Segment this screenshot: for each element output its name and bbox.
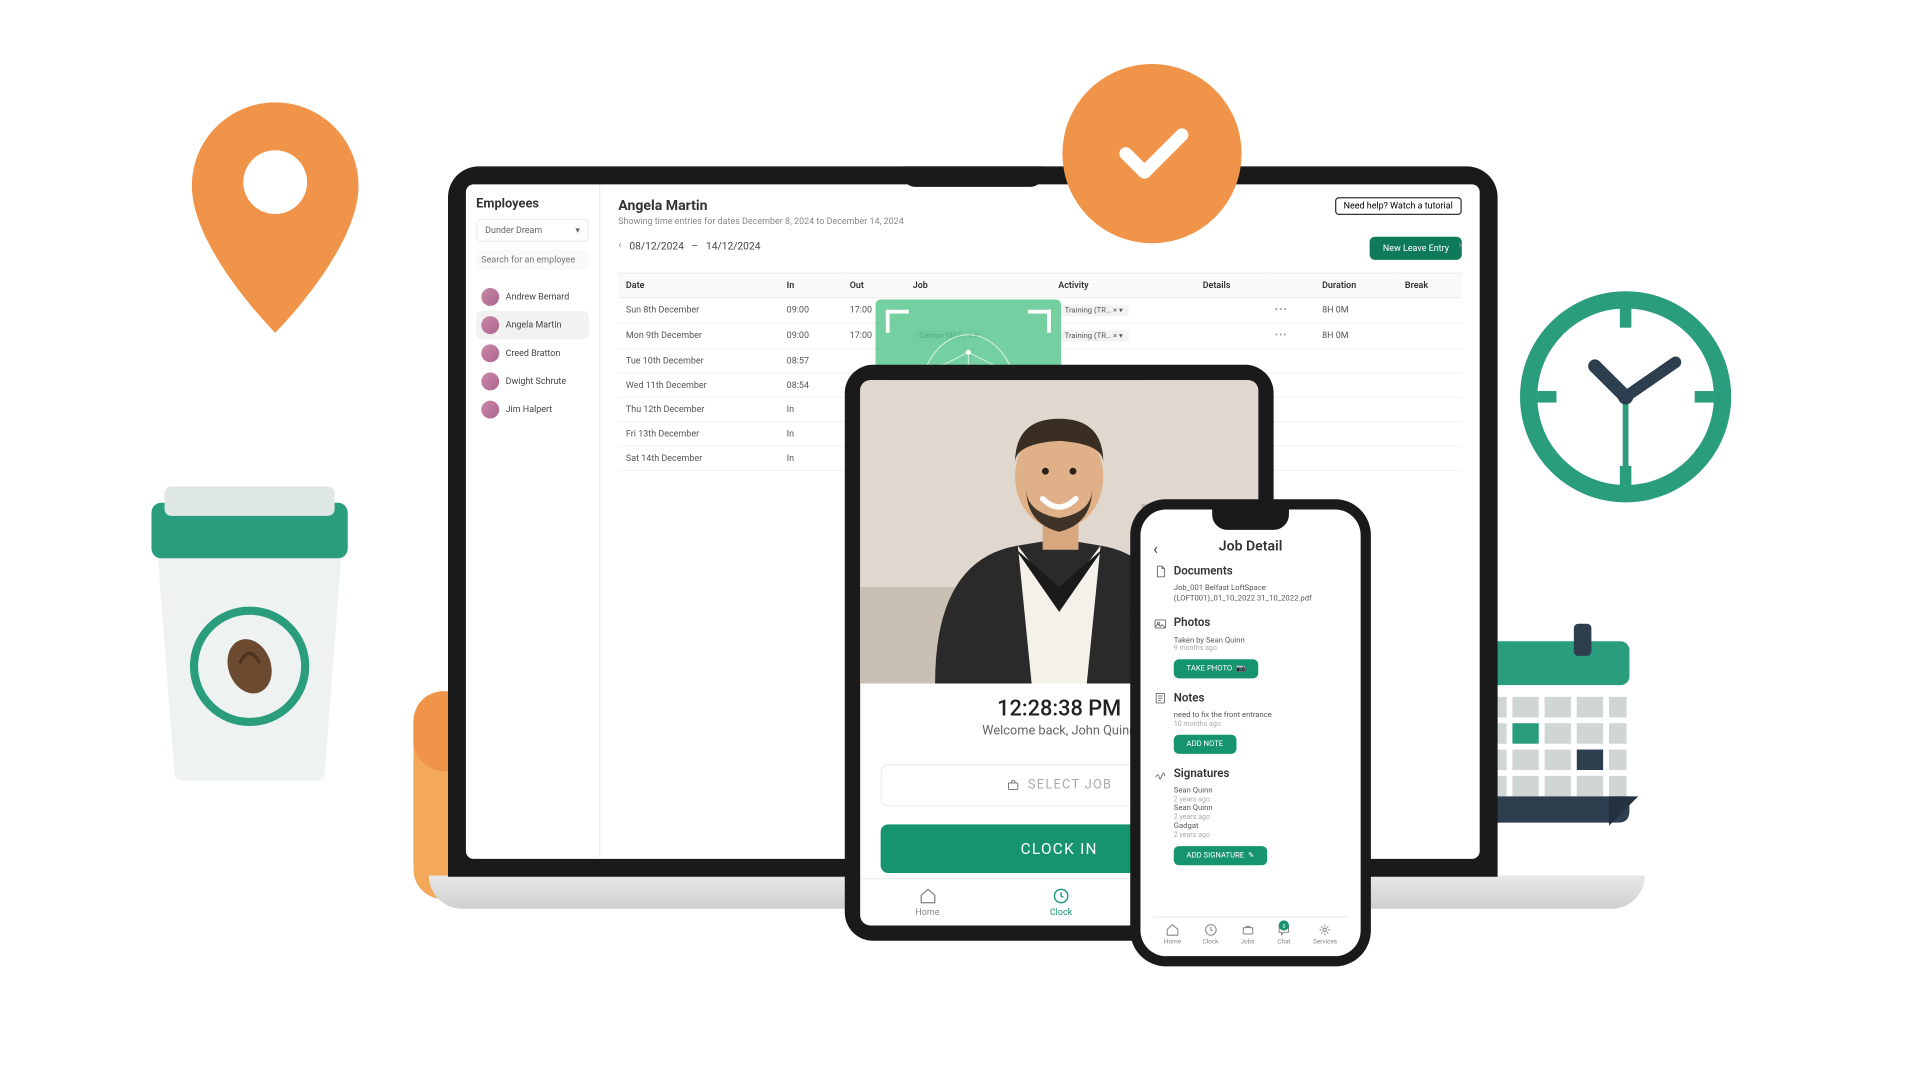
home-icon — [917, 887, 937, 905]
nav-clock[interactable]: Clock — [1050, 887, 1072, 918]
clock-icon — [1051, 887, 1071, 905]
nav-chat[interactable]: 0Chat — [1276, 923, 1291, 946]
date-from: 08/12/2024 — [629, 240, 684, 252]
avatar — [481, 316, 499, 334]
date-to: 14/12/2024 — [706, 240, 761, 252]
team-select[interactable]: Dunder Dream ▾ — [476, 219, 589, 242]
add-note-button[interactable]: ADD NOTE — [1174, 735, 1236, 754]
column-header — [1267, 273, 1314, 297]
employee-item[interactable]: Dwight Schrute — [476, 367, 589, 395]
column-header: Job — [905, 273, 1051, 297]
search-employee-input[interactable] — [476, 250, 589, 270]
add-signature-button[interactable]: ADD SIGNATURE ✎ — [1174, 846, 1268, 865]
employee-item[interactable]: Andrew Bernard — [476, 283, 589, 311]
next-range-button[interactable]: › — [1458, 239, 1461, 252]
employee-name: Dwight Schrute — [506, 376, 567, 386]
nav-icon — [1165, 923, 1180, 937]
take-photo-button[interactable]: TAKE PHOTO 📷 — [1174, 660, 1259, 679]
nav-icon — [1203, 923, 1218, 937]
sidebar-title: Employees — [476, 197, 589, 211]
date-range-subtitle: Showing time entries for dates December … — [618, 216, 904, 226]
signature-item: Sean Quinn — [1174, 804, 1348, 814]
document-item[interactable]: Job_001 Belfast LoftSpace (LOFT001)_01_1… — [1174, 584, 1348, 604]
photo-icon — [1153, 616, 1167, 630]
help-tutorial-button[interactable]: Need help? Watch a tutorial — [1335, 197, 1462, 215]
notes-section: Notes need to fix the front entrance 10 … — [1153, 692, 1348, 754]
employee-name: Angela Martin — [506, 320, 562, 330]
signature-item: Gadgat — [1174, 821, 1348, 831]
nav-services[interactable]: Services — [1313, 923, 1337, 946]
signature-icon — [1153, 767, 1167, 781]
coffee-cup-icon — [134, 486, 364, 780]
prev-range-button[interactable]: ‹ — [618, 239, 621, 252]
signature-item: Sean Quinn — [1174, 786, 1348, 796]
column-header: Activity — [1051, 273, 1195, 297]
location-pin-icon — [186, 102, 365, 332]
photos-section: Photos Taken by Sean Quinn 9 months ago … — [1153, 616, 1348, 678]
chevron-down-icon: ▾ — [575, 225, 580, 235]
notes-icon — [1153, 692, 1167, 706]
row-menu-button[interactable]: ••• — [1275, 305, 1288, 315]
column-header: Break — [1397, 273, 1462, 297]
photo-item: Taken by Sean Quinn — [1174, 636, 1348, 646]
employee-name: Creed Bratton — [506, 348, 561, 358]
nav-clock[interactable]: Clock — [1202, 923, 1218, 946]
tag-pill[interactable]: Training (TR… × ▾ — [1058, 330, 1129, 342]
employee-item[interactable]: Jim Halpert — [476, 396, 589, 424]
note-item: need to fix the front entrance — [1174, 711, 1348, 721]
nav-icon — [1317, 923, 1332, 937]
employee-name-title: Angela Martin — [618, 197, 904, 214]
tag-pill[interactable]: Training (TR… × ▾ — [1058, 305, 1129, 317]
documents-section: Documents Job_001 Belfast LoftSpace (LOF… — [1153, 564, 1348, 603]
signatures-section: Signatures Sean Quinn2 years agoSean Qui… — [1153, 767, 1348, 865]
employees-sidebar: Employees Dunder Dream ▾ Andrew Bernard A… — [466, 184, 600, 859]
column-header: Details — [1195, 273, 1267, 297]
column-header: Duration — [1314, 273, 1397, 297]
nav-icon — [1240, 923, 1255, 937]
avatar — [481, 288, 499, 306]
new-leave-entry-button[interactable]: New Leave Entry — [1370, 237, 1462, 260]
nav-jobs[interactable]: Jobs — [1240, 923, 1255, 946]
row-menu-button[interactable]: ••• — [1275, 330, 1288, 340]
date-range-picker[interactable]: ‹ 08/12/2024 – 14/12/2024 › — [618, 239, 1462, 252]
check-badge-icon — [1062, 64, 1241, 243]
nav-home[interactable]: Home — [1164, 923, 1181, 946]
avatar — [481, 372, 499, 390]
column-header: Out — [842, 273, 905, 297]
back-button[interactable]: ‹ — [1153, 540, 1158, 558]
column-header: Date — [618, 273, 779, 297]
document-icon — [1153, 564, 1167, 578]
avatar — [481, 401, 499, 419]
nav-home[interactable]: Home — [915, 887, 939, 918]
phone-device: ‹ Job Detail Documents Job_001 Belfast L… — [1130, 499, 1371, 966]
page-title: Job Detail — [1153, 538, 1348, 555]
team-select-value: Dunder Dream — [485, 225, 542, 235]
employee-name: Andrew Bernard — [506, 292, 570, 302]
column-header: In — [779, 273, 842, 297]
employee-item[interactable]: Angela Martin — [476, 311, 589, 339]
avatar — [481, 344, 499, 362]
clock-icon — [1510, 282, 1740, 512]
employee-name: Jim Halpert — [506, 404, 553, 414]
phone-bottom-nav: Home Clock Jobs 0Chat Services — [1153, 916, 1348, 951]
employee-item[interactable]: Creed Bratton — [476, 339, 589, 367]
